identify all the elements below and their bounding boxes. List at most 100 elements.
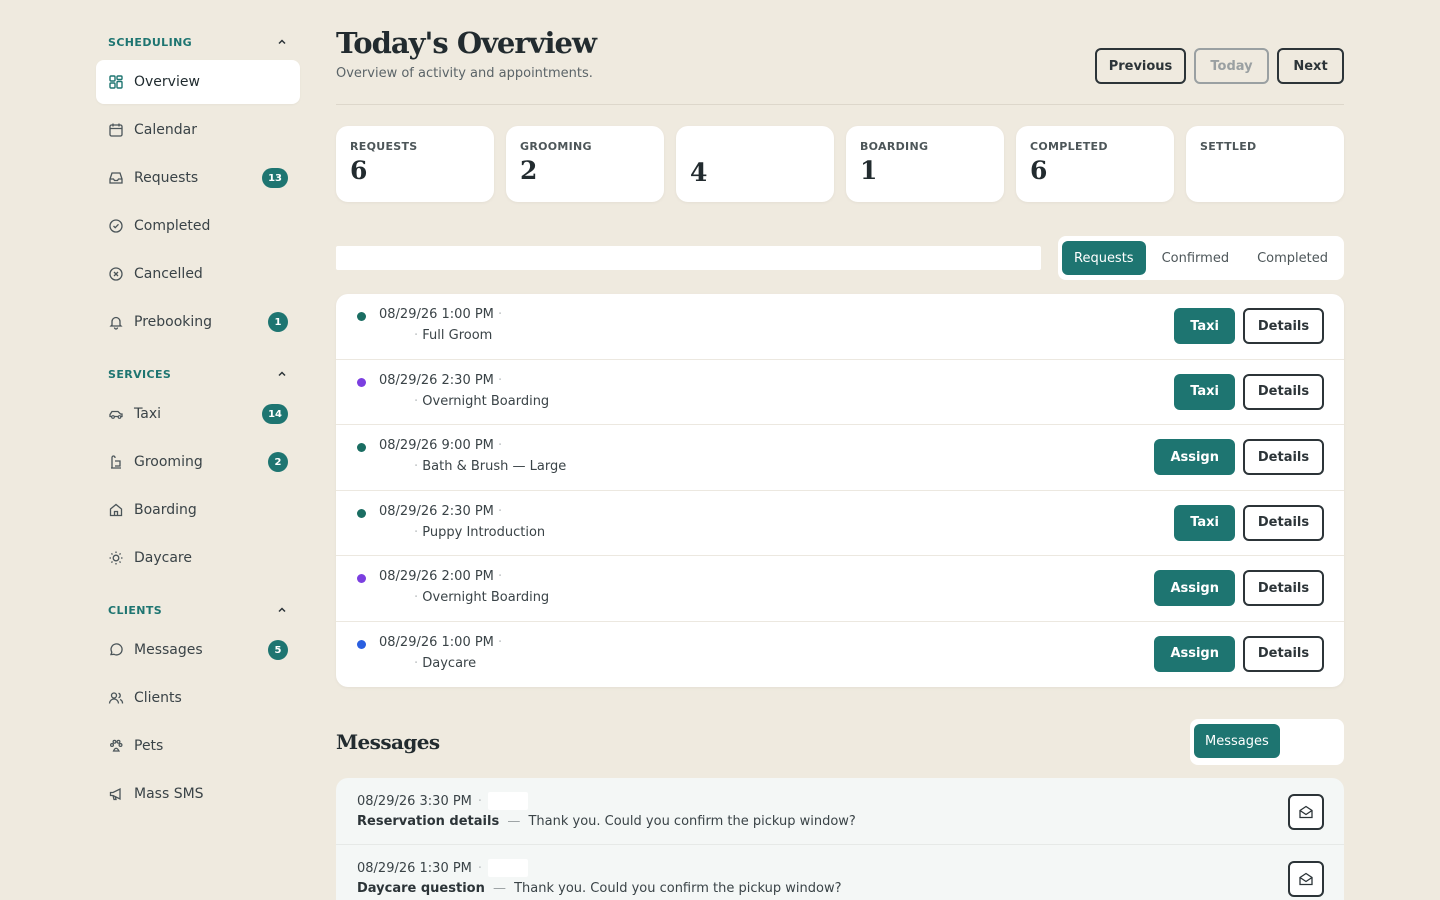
status-dot (357, 508, 366, 518)
stat-label: GROOMING (520, 140, 592, 153)
calendar-icon (108, 122, 124, 138)
today-button[interactable]: Today (1194, 48, 1269, 84)
tab-messages[interactable]: Messages (1194, 724, 1280, 758)
section-header-clients[interactable]: CLIENTS (96, 592, 300, 628)
open-message-button[interactable] (1288, 794, 1324, 830)
appointment-time: 08/29/26 2:00 PM (379, 569, 494, 584)
stat-value: 6 (350, 156, 368, 185)
appointment-row[interactable]: 08/29/26 9:00 PM · · Bath & Brush — Larg… (336, 425, 1344, 491)
tab-confirmed[interactable]: Confirmed (1150, 241, 1242, 275)
sidebar-item-overview[interactable]: Overview (96, 60, 300, 104)
message-meta: 08/29/26 3:30 PM · (357, 792, 529, 810)
sidebar-item-prebooking[interactable]: Prebooking 1 (96, 300, 300, 344)
chevron-up-icon (276, 604, 288, 616)
message-preview: Thank you. Could you confirm the pickup … (528, 814, 856, 829)
stat-card-boarding: BOARDING 1 (846, 126, 1004, 202)
taxi-button[interactable]: Taxi (1174, 308, 1235, 344)
count-badge: 5 (268, 640, 288, 660)
appointment-service: Overnight Boarding (422, 393, 550, 409)
assign-button[interactable]: Assign (1154, 439, 1235, 475)
taxi-button[interactable]: Taxi (1174, 504, 1235, 541)
sidebar-item-calendar[interactable]: Calendar (96, 108, 300, 152)
messages-heading: Messages (336, 730, 440, 754)
sidebar-item-label: Grooming (134, 454, 203, 470)
count-badge: 1 (268, 312, 288, 332)
sidebar-item-clients[interactable]: Clients (96, 676, 300, 720)
section-header-scheduling[interactable]: SCHEDULING (96, 24, 300, 60)
sidebar-item-label: Daycare (134, 550, 192, 566)
appointment-row[interactable]: 08/29/26 2:00 PM · · Overnight Boarding … (336, 556, 1344, 622)
appointment-list: 08/29/26 1:00 PM · · Full Groom Taxi Det… (336, 294, 1344, 687)
appointment-time: 08/29/26 1:00 PM (379, 307, 494, 322)
taxi-button[interactable]: Taxi (1174, 373, 1235, 410)
message-row[interactable]: 08/29/26 3:30 PM · Reservation details — … (336, 778, 1344, 845)
previous-button[interactable]: Previous (1095, 48, 1186, 84)
sidebar-item-requests[interactable]: Requests 13 (96, 156, 300, 200)
appointment-time-line: 08/29/26 2:00 PM · (379, 569, 502, 584)
open-message-button[interactable] (1288, 861, 1324, 897)
separator: · (493, 438, 503, 453)
appointment-time: 08/29/26 9:00 PM (379, 438, 494, 453)
separator: · (493, 372, 503, 388)
separator: — (488, 881, 511, 896)
details-button[interactable]: Details (1243, 504, 1324, 541)
details-button[interactable]: Details (1243, 635, 1324, 672)
stat-value: 6 (1030, 156, 1048, 185)
row-actions: Assign Details (1154, 635, 1324, 672)
appointment-service-line: · Overnight Boarding (414, 590, 549, 605)
sidebar-item-cancelled[interactable]: Cancelled (96, 252, 300, 296)
stat-card-unlabeled: 4 (676, 126, 834, 202)
sidebar-item-daycare[interactable]: Daycare (96, 536, 300, 580)
appointment-time-line: 08/29/26 2:30 PM · (379, 504, 502, 519)
appointment-service: Puppy Introduction (422, 524, 546, 540)
message-body: Reservation details — Thank you. Could y… (357, 814, 856, 829)
count-badge: 2 (268, 452, 288, 472)
sidebar-item-completed[interactable]: Completed (96, 204, 300, 248)
row-actions: Taxi Details (1174, 373, 1324, 410)
message-body: Daycare question — Thank you. Could you … (357, 881, 841, 896)
sidebar-item-taxi[interactable]: Taxi 14 (96, 392, 300, 436)
appointment-row[interactable]: 08/29/26 2:30 PM · · Overnight Boarding … (336, 360, 1344, 425)
section-header-services[interactable]: SERVICES (96, 356, 300, 392)
sidebar-item-label: Taxi (134, 406, 161, 422)
tab-completed[interactable]: Completed (1245, 241, 1340, 275)
stat-label: BOARDING (860, 140, 929, 153)
next-button[interactable]: Next (1277, 48, 1344, 84)
stat-value: 4 (690, 158, 708, 187)
sidebar-item-label: Clients (134, 690, 182, 706)
search-input[interactable] (336, 246, 1041, 270)
sidebar-item-mass-sms[interactable]: Mass SMS (96, 772, 300, 816)
details-button[interactable]: Details (1243, 308, 1324, 344)
section-title: SCHEDULING (108, 35, 193, 49)
separator: · (477, 860, 483, 876)
sender-placeholder (488, 859, 529, 877)
assign-button[interactable]: Assign (1154, 570, 1235, 606)
stat-card-requests: REQUESTS 6 (336, 126, 494, 202)
assign-button[interactable]: Assign (1154, 635, 1235, 672)
mail-open-icon (1298, 871, 1314, 887)
sidebar-item-pets[interactable]: Pets (96, 724, 300, 768)
sidebar-item-grooming[interactable]: Grooming 2 (96, 440, 300, 484)
message-row[interactable]: 08/29/26 1:30 PM · Daycare question — Tha… (336, 845, 1344, 900)
appointment-service: Overnight Boarding (422, 590, 550, 605)
appointment-row[interactable]: 08/29/26 2:30 PM · · Puppy Introduction … (336, 491, 1344, 556)
row-actions: Assign Details (1154, 439, 1324, 475)
appointment-row[interactable]: 08/29/26 1:00 PM · · Daycare Assign Deta… (336, 622, 1344, 688)
sidebar-item-label: Mass SMS (134, 786, 204, 802)
sidebar-item-boarding[interactable]: Boarding (96, 488, 300, 532)
tab-requests[interactable]: Requests (1062, 241, 1146, 275)
header-divider (336, 104, 1344, 105)
sun-icon (108, 550, 124, 566)
megaphone-icon (108, 786, 124, 802)
appointment-row[interactable]: 08/29/26 1:00 PM · · Full Groom Taxi Det… (336, 294, 1344, 360)
message-time: 08/29/26 1:30 PM (357, 860, 472, 876)
details-button[interactable]: Details (1243, 373, 1324, 410)
sidebar-item-messages[interactable]: Messages 5 (96, 628, 300, 672)
message-preview: Thank you. Could you confirm the pickup … (514, 881, 842, 896)
details-button[interactable]: Details (1243, 570, 1324, 606)
stats-row: REQUESTS 6 GROOMING 2 4 BOARDING 1 COMPL… (336, 126, 1344, 202)
stat-card-settled: SETTLED (1186, 126, 1344, 202)
sidebar-item-label: Prebooking (134, 314, 213, 330)
details-button[interactable]: Details (1243, 439, 1324, 475)
users-icon (108, 690, 124, 706)
